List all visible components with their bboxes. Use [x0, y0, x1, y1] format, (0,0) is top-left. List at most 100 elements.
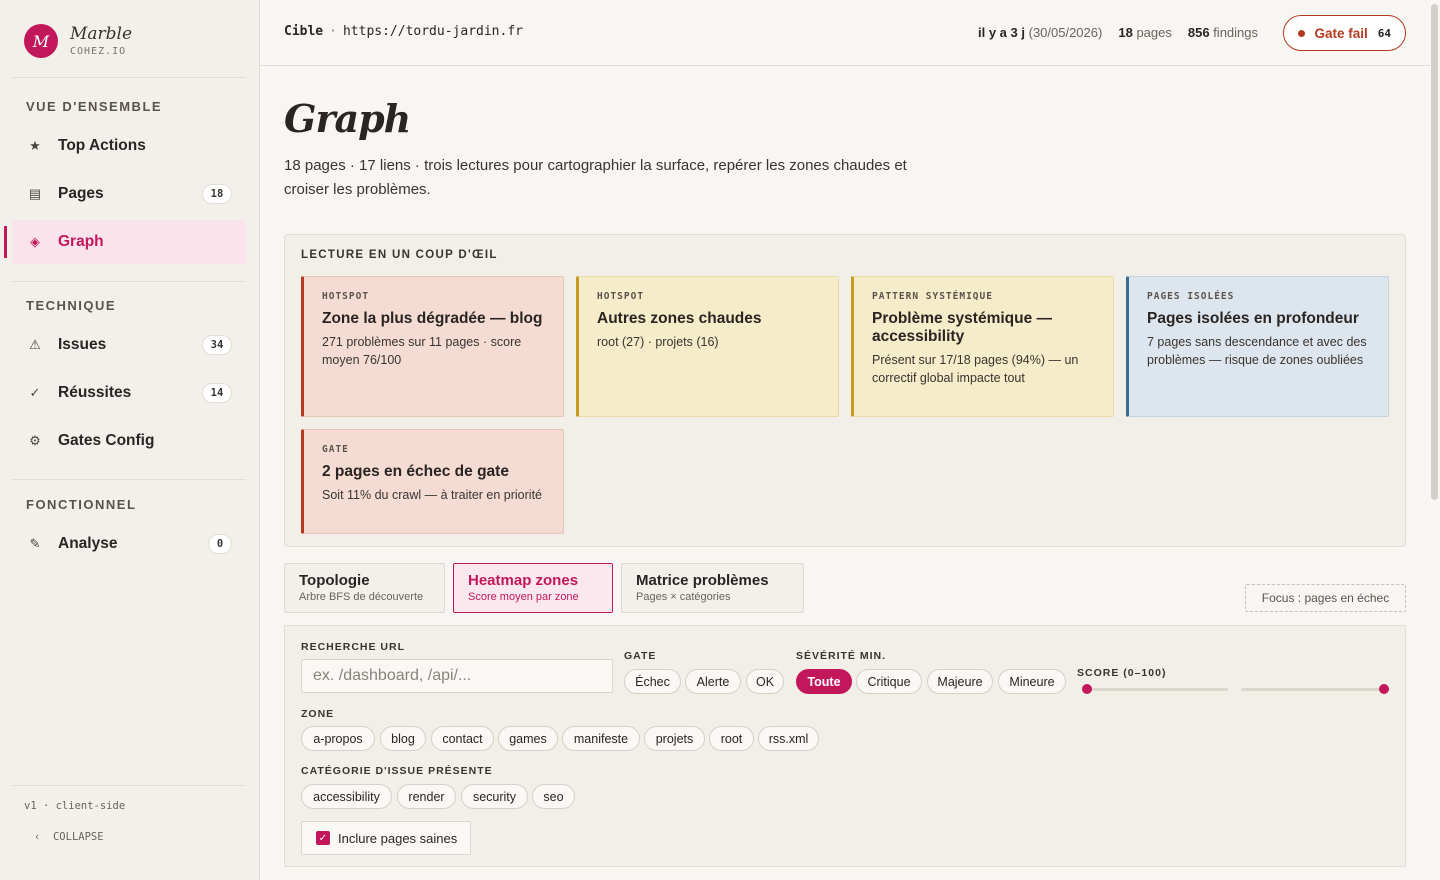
brand[interactable]: M Marble COHEZ.IO — [24, 24, 132, 58]
score-min-handle[interactable] — [1082, 684, 1092, 694]
version-label: v1 · client-side — [24, 800, 126, 812]
page-scrollbar[interactable] — [1431, 4, 1438, 500]
brand-logo: M — [24, 24, 58, 58]
sidebar: M Marble COHEZ.IO VUE D'ENSEMBLE ★ Top A… — [0, 0, 260, 880]
section-title-overview: VUE D'ENSEMBLE — [26, 99, 163, 114]
card-tag: PAGES ISOLÉES — [1147, 291, 1235, 302]
zone-chip[interactable]: blog — [380, 726, 426, 751]
sidebar-item-label: Analyse — [58, 535, 118, 552]
card-tag: HOTSPOT — [322, 291, 370, 302]
target-info: Cible · https://tordu-jardin.fr — [284, 24, 523, 39]
severity-chip-toute[interactable]: Toute — [796, 669, 852, 694]
severity-chip-critique[interactable]: Critique — [856, 669, 922, 694]
card-text: 7 pages sans descendance et avec des pro… — [1147, 335, 1367, 367]
sidebar-divider — [12, 785, 246, 786]
insight-card-degraded-zone[interactable]: HOTSPOT Zone la plus dégradée — blog 271… — [301, 276, 564, 417]
section-title-technique: TECHNIQUE — [26, 298, 117, 313]
category-chip[interactable]: accessibility — [301, 784, 392, 809]
check-icon: ✓ — [29, 385, 41, 400]
sidebar-item-reussites[interactable]: ✓ Réussites 14 — [12, 371, 246, 415]
tab-label: Matrice problèmes — [636, 572, 769, 589]
graph-icon: ◈ — [30, 234, 40, 249]
target-url[interactable]: https://tordu-jardin.fr — [343, 24, 523, 39]
insight-card-systemic-pattern[interactable]: PATTERN SYSTÉMIQUE Problème systémique —… — [851, 276, 1114, 417]
include-healthy-label: Inclure pages saines — [338, 830, 458, 846]
score-min-slider[interactable] — [1082, 688, 1228, 691]
card-title: Zone la plus dégradée — blog — [322, 310, 543, 327]
card-tag: GATE — [322, 444, 349, 455]
insight-card-isolated-pages[interactable]: PAGES ISOLÉES Pages isolées en profondeu… — [1126, 276, 1389, 417]
card-tag: PATTERN SYSTÉMIQUE — [872, 291, 993, 302]
card-title: Autres zones chaudes — [597, 310, 762, 327]
zone-chip[interactable]: root — [709, 726, 754, 751]
category-filter-label: CATÉGORIE D'ISSUE PRÉSENTE — [301, 765, 493, 777]
checkbox-checked-icon[interactable]: ✓ — [316, 831, 330, 845]
sidebar-item-analyse[interactable]: ✎ Analyse 0 — [12, 522, 246, 566]
sidebar-item-issues[interactable]: ⚠ Issues 34 — [12, 323, 246, 367]
tab-heatmap-zones[interactable]: Heatmap zones Score moyen par zone — [453, 563, 613, 613]
severity-chip-mineure[interactable]: Mineure — [998, 669, 1066, 694]
pencil-icon: ✎ — [29, 536, 41, 551]
sidebar-item-pages[interactable]: ▤ Pages 18 — [12, 172, 246, 216]
collapse-button[interactable]: ‹ COLLAPSE — [34, 831, 104, 843]
score-max-handle[interactable] — [1379, 684, 1389, 694]
active-indicator — [4, 226, 7, 258]
focus-failing-pages-button[interactable]: Focus : pages en échec — [1245, 584, 1406, 612]
tab-label: Heatmap zones — [468, 572, 579, 589]
include-healthy-toggle[interactable]: ✓ Inclure pages saines — [301, 821, 471, 855]
category-chip[interactable]: render — [397, 784, 456, 809]
category-chip[interactable]: security — [461, 784, 528, 809]
glance-title: LECTURE EN UN COUP D'ŒIL — [301, 249, 498, 261]
sidebar-item-graph[interactable]: ◈ Graph — [12, 220, 246, 264]
card-text: root (27) · projets (16) — [597, 335, 719, 349]
zone-chip[interactable]: contact — [431, 726, 494, 751]
sidebar-divider — [12, 281, 246, 282]
section-title-fonctionnel: FONCTIONNEL — [26, 497, 137, 512]
count-badge: 18 — [202, 184, 232, 204]
page-description: 18 pages · 17 liens · trois lectures pou… — [284, 157, 907, 198]
zone-filter-label: ZONE — [301, 708, 335, 720]
target-label: Cible — [284, 24, 324, 39]
tab-label: Topologie — [299, 572, 370, 589]
chevron-left-icon: ‹ — [34, 831, 41, 843]
tab-matrice-problemes[interactable]: Matrice problèmes Pages × catégories — [621, 563, 804, 613]
findings-stat: 856 findings — [1187, 25, 1258, 40]
warning-icon: ⚠ — [29, 337, 41, 352]
zone-chip[interactable]: rss.xml — [758, 726, 819, 751]
crawl-stats: il y a 3 j (30/05/2026) 18 pages 856 fin… — [978, 25, 1258, 40]
count-badge: 0 — [208, 534, 232, 554]
count-badge: 14 — [202, 383, 232, 403]
score-max-slider[interactable] — [1241, 688, 1387, 691]
card-tag: HOTSPOT — [597, 291, 645, 302]
sidebar-item-label: Issues — [58, 336, 107, 353]
severity-chip-majeure[interactable]: Majeure — [927, 669, 993, 694]
gate-chip-echec[interactable]: Échec — [624, 669, 681, 694]
zone-chip[interactable]: projets — [644, 726, 705, 751]
severity-filter-label: SÉVÉRITÉ MIN. — [796, 650, 887, 662]
tab-sublabel: Score moyen par zone — [468, 591, 579, 603]
zone-chip[interactable]: manifeste — [562, 726, 640, 751]
sidebar-item-label: Réussites — [58, 384, 132, 401]
insight-card-gate-failures[interactable]: GATE 2 pages en échec de gate Soit 11% d… — [301, 429, 564, 534]
sidebar-divider — [12, 479, 246, 480]
tab-sublabel: Arbre BFS de découverte — [299, 591, 424, 603]
sidebar-item-gates-config[interactable]: ⚙ Gates Config — [12, 419, 246, 463]
sidebar-item-label: Gates Config — [58, 432, 155, 449]
tab-topologie[interactable]: Topologie Arbre BFS de découverte — [284, 563, 445, 613]
gate-status-button[interactable]: Gate fail 64 — [1283, 15, 1406, 51]
gate-chip-alerte[interactable]: Alerte — [685, 669, 741, 694]
card-title: Problème systémique — accessibility — [872, 310, 1053, 345]
card-title: 2 pages en échec de gate — [322, 463, 509, 480]
card-text: Soit 11% du crawl — à traiter en priorit… — [322, 488, 543, 502]
url-search-input[interactable] — [301, 659, 613, 693]
zone-chip[interactable]: games — [498, 726, 558, 751]
insight-card-hot-zones[interactable]: HOTSPOT Autres zones chaudes root (27) ·… — [576, 276, 839, 417]
pages-icon: ▤ — [28, 186, 42, 201]
card-title: Pages isolées en profondeur — [1147, 310, 1359, 327]
sidebar-item-top-actions[interactable]: ★ Top Actions — [12, 124, 246, 168]
category-chip[interactable]: seo — [532, 784, 575, 809]
separator: · — [329, 24, 337, 39]
gate-chip-ok[interactable]: OK — [746, 669, 784, 694]
zone-chip[interactable]: a-propos — [301, 726, 375, 751]
gate-status-label: Gate fail — [1314, 25, 1368, 41]
